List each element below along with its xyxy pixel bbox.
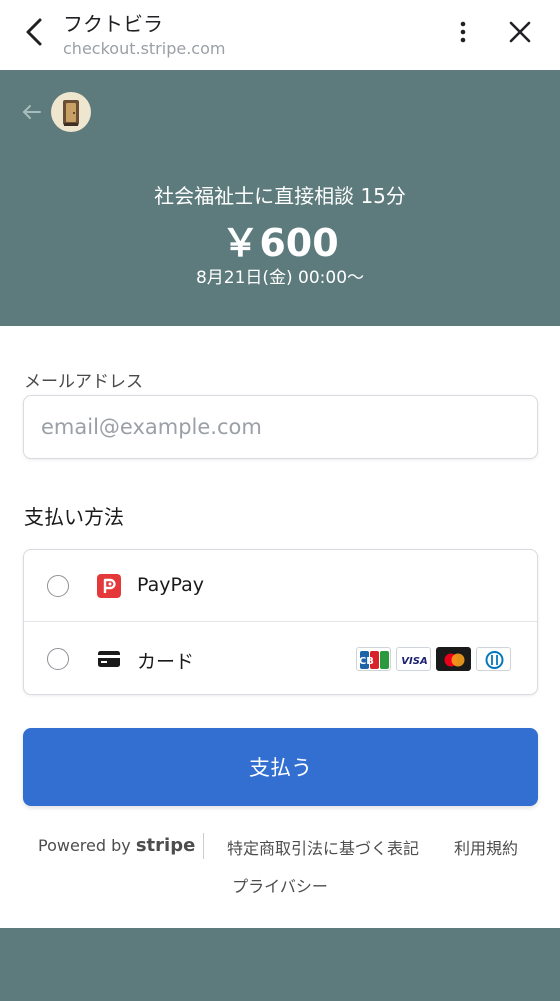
credit-card-icon	[98, 651, 120, 667]
paypay-icon	[97, 574, 121, 598]
payment-method-heading: 支払い方法	[24, 505, 124, 529]
pay-button[interactable]: 支払う	[23, 728, 538, 806]
visa-text: VISA	[401, 656, 427, 667]
footer: Powered by stripe 特定商取引法に基づく表記 利用規約	[0, 833, 560, 859]
stripe-logo: stripe	[135, 835, 196, 856]
paypay-radio[interactable]	[47, 575, 69, 597]
browser-page-title: フクトビラ	[63, 12, 163, 36]
browser-toolbar: フクトビラ checkout.stripe.com	[0, 0, 560, 70]
payment-method-list: PayPay カード JCB VISA	[23, 549, 538, 695]
checkout-header: 社会福祉士に直接相談 15分 ￥600 8月21日(金) 00:00〜	[0, 70, 560, 326]
product-name: 社会福祉士に直接相談 15分	[154, 184, 406, 208]
jcb-icon: JCB	[356, 647, 391, 671]
jcb-letter-j: JCB	[357, 656, 374, 667]
back-arrow-icon[interactable]	[20, 100, 44, 124]
privacy-link[interactable]: プライバシー	[0, 873, 560, 897]
mastercard-icon	[436, 647, 471, 671]
more-vert-icon[interactable]	[446, 14, 480, 50]
tokushoho-link[interactable]: 特定商取引法に基づく表記	[227, 835, 419, 859]
browser-url: checkout.stripe.com	[63, 39, 226, 58]
payment-option-paypay[interactable]: PayPay	[24, 550, 537, 622]
powered-by-stripe[interactable]: Powered by stripe	[38, 835, 195, 856]
back-arrow-icon[interactable]	[20, 14, 52, 50]
diners-club-icon	[476, 647, 511, 671]
email-label: メールアドレス	[24, 372, 143, 392]
price-amount: ￥600	[221, 221, 339, 265]
powered-by-text: Powered by	[38, 836, 131, 855]
bottom-background	[0, 928, 560, 1001]
card-brands: JCB VISA	[356, 647, 511, 671]
payment-option-card[interactable]: カード JCB VISA	[24, 623, 537, 695]
paypay-label: PayPay	[137, 574, 204, 596]
close-icon[interactable]	[503, 14, 537, 50]
footer-divider	[203, 833, 204, 859]
card-radio[interactable]	[47, 648, 69, 670]
card-label: カード	[137, 651, 195, 673]
merchant-logo	[51, 92, 91, 132]
event-date: 8月21日(金) 00:00〜	[195, 268, 365, 288]
email-input[interactable]	[23, 395, 538, 459]
terms-link[interactable]: 利用規約	[454, 835, 518, 859]
door-icon	[63, 100, 79, 126]
visa-icon: VISA	[396, 647, 431, 671]
